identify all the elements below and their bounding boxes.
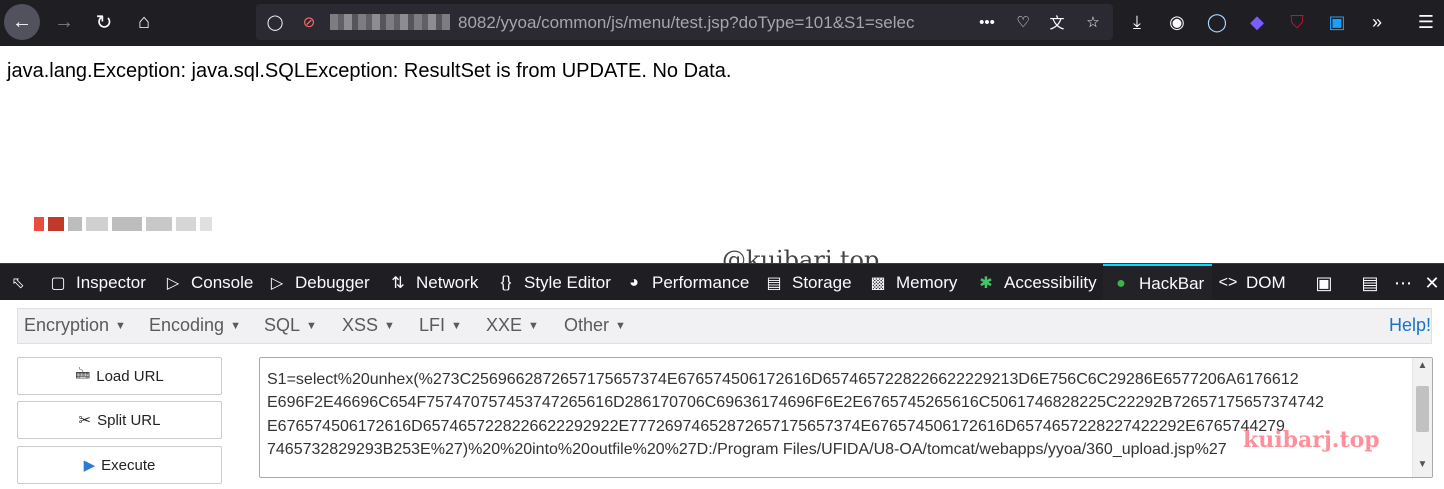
url-payload-textarea[interactable]: S1=select%20unhex(%273C25696628726571756… xyxy=(259,357,1433,478)
menu-encoding[interactable]: Encoding ▼ xyxy=(149,315,241,336)
tab-debugger[interactable]: ▷ Debugger xyxy=(267,264,370,301)
reload-icon[interactable]: ↻ xyxy=(86,4,122,40)
menu-sql[interactable]: SQL ▼ xyxy=(264,315,317,336)
tab-storage[interactable]: ▤ Storage xyxy=(764,264,852,301)
split-url-button[interactable]: ✂ Split URL xyxy=(17,401,222,439)
play-icon: ▶ xyxy=(83,457,96,474)
error-message: java.lang.Exception: java.sql.SQLExcepti… xyxy=(7,60,732,82)
extension-circle-icon[interactable]: ◯ xyxy=(1201,6,1233,38)
url-text[interactable]: 8082/yyoa/common/js/menu/test.jsp?doType… xyxy=(458,13,968,33)
menu-icon[interactable]: ☰ xyxy=(1410,6,1442,38)
tab-label: Console xyxy=(191,272,254,292)
menu-xss[interactable]: XSS ▼ xyxy=(342,315,395,336)
tab-label: Storage xyxy=(792,272,852,292)
forward-arrow-icon[interactable]: → xyxy=(46,4,82,40)
responsive-design-icon[interactable]: ▣ xyxy=(1310,269,1338,297)
caret-down-icon: ▼ xyxy=(384,320,395,333)
menu-lfi[interactable]: LFI ▼ xyxy=(419,315,462,336)
hackbar-panel: Encryption ▼ Encoding ▼ SQL ▼ XSS ▼ LFI ▼ XXE… xyxy=(0,300,1444,489)
caret-down-icon: ▼ xyxy=(230,320,241,333)
tab-label: DOM xyxy=(1246,272,1286,292)
account-icon[interactable]: ◉ xyxy=(1161,6,1193,38)
menu-xxe[interactable]: XXE ▼ xyxy=(486,315,539,336)
tab-inspector[interactable]: ▢ Inspector xyxy=(48,264,146,301)
tab-style-editor[interactable]: {} Style Editor xyxy=(496,264,611,301)
console-icon: ▷ xyxy=(166,274,180,292)
tab-label: Accessibility xyxy=(1004,272,1097,292)
payload-line: E676574506172616D6574657228226622292922E… xyxy=(267,417,1285,435)
extension-diamond-icon[interactable]: ◆ xyxy=(1241,6,1273,38)
caret-down-icon: ▼ xyxy=(528,320,539,333)
tab-label: Memory xyxy=(896,272,958,292)
scroll-down-icon[interactable]: ▼ xyxy=(1413,459,1432,475)
dom-icon: <> xyxy=(1218,273,1238,291)
tab-label: Network xyxy=(416,272,479,292)
menu-other[interactable]: Other ▼ xyxy=(564,315,626,336)
inspector-icon: ▢ xyxy=(50,274,66,292)
watermark-overlay: kuibarj.top xyxy=(1243,427,1380,453)
textarea-scrollbar[interactable]: ▲ ▼ xyxy=(1412,358,1432,477)
style-editor-icon: {} xyxy=(500,273,512,291)
caret-down-icon: ▼ xyxy=(115,320,126,333)
ublock-icon[interactable]: ⛉ xyxy=(1281,6,1313,38)
caret-down-icon: ▼ xyxy=(306,320,317,333)
downloads-icon[interactable]: ⤓ xyxy=(1121,6,1153,38)
hackbar-menu: Encryption ▼ Encoding ▼ SQL ▼ XSS ▼ LFI ▼ XXE… xyxy=(17,308,1432,344)
close-devtools-icon[interactable]: ✕ xyxy=(1418,269,1444,297)
payload-text: S1=select%20unhex(%273C25696628726571756… xyxy=(267,358,1407,462)
scissors-icon: ✂ xyxy=(78,412,92,429)
performance-icon: ◕ xyxy=(629,273,639,291)
payload-line: S1=select%20unhex(%273C25696628726571756… xyxy=(267,370,1299,388)
tab-label: Debugger xyxy=(295,272,370,292)
redacted-host xyxy=(330,14,450,30)
load-url-icon: 🖮 xyxy=(75,365,91,383)
memory-icon: ▩ xyxy=(870,274,886,292)
page-actions-icon[interactable]: ••• xyxy=(974,4,1000,40)
tab-label: Performance xyxy=(652,272,750,292)
tab-label: Inspector xyxy=(76,272,146,292)
storage-icon: ▤ xyxy=(766,274,782,292)
address-bar[interactable]: ◯ ⊘ 8082/yyoa/common/js/menu/test.jsp?do… xyxy=(256,4,1113,40)
back-arrow-icon[interactable]: ← xyxy=(4,4,40,40)
scroll-thumb[interactable] xyxy=(1416,386,1429,432)
tab-network[interactable]: ⇅ Network xyxy=(388,264,478,301)
accessibility-icon: ✱ xyxy=(979,274,993,292)
browser-toolbar: ← → ↻ ⌂ ◯ ⊘ 8082/yyoa/common/js/menu/tes… xyxy=(0,0,1444,46)
overflow-chevrons-icon[interactable]: » xyxy=(1361,6,1393,38)
tab-label: Style Editor xyxy=(524,272,611,292)
tab-hackbar[interactable]: ● HackBar xyxy=(1103,264,1213,301)
tab-memory[interactable]: ▩ Memory xyxy=(868,264,957,301)
tab-dom[interactable]: <> DOM xyxy=(1218,264,1286,301)
help-link[interactable]: Help! xyxy=(1389,315,1431,336)
scroll-up-icon[interactable]: ▲ xyxy=(1413,360,1432,376)
home-icon[interactable]: ⌂ xyxy=(126,4,162,40)
extension-s-icon[interactable]: ▣ xyxy=(1321,6,1353,38)
bookmark-star-icon[interactable]: ☆ xyxy=(1080,4,1106,40)
pocket-icon[interactable]: ♡ xyxy=(1010,4,1036,40)
caret-down-icon: ▼ xyxy=(451,320,462,333)
network-icon: ⇅ xyxy=(391,274,405,292)
debugger-icon: ▷ xyxy=(270,274,284,292)
payload-line: 7465732829293B253E%27)%20%20into%20outfi… xyxy=(267,441,1227,458)
insecure-lock-icon[interactable]: ⊘ xyxy=(296,4,322,40)
more-options-icon[interactable]: ⋯ xyxy=(1389,269,1417,297)
tab-label: HackBar xyxy=(1139,273,1205,293)
hackbar-icon: ● xyxy=(1116,274,1126,292)
element-picker-icon[interactable]: ⬁ xyxy=(6,271,30,295)
caret-down-icon: ▼ xyxy=(615,320,626,333)
menu-encryption[interactable]: Encryption ▼ xyxy=(24,315,126,336)
execute-button[interactable]: ▶ Execute xyxy=(17,446,222,484)
tab-accessibility[interactable]: ✱ Accessibility xyxy=(976,264,1097,301)
tab-console[interactable]: ▷ Console xyxy=(163,264,254,301)
load-url-button[interactable]: 🖮 Load URL xyxy=(17,357,222,395)
dock-icon[interactable]: ▤ xyxy=(1356,269,1384,297)
redacted-content xyxy=(34,210,219,238)
translate-icon[interactable]: 文 xyxy=(1044,4,1070,40)
shield-icon[interactable]: ◯ xyxy=(262,4,288,40)
tab-performance[interactable]: ◕ Performance xyxy=(624,264,749,301)
payload-line: E696F2E46696C654F757470757453747265616D2… xyxy=(267,394,1324,411)
devtools-toolbar: ⬁ ▢ Inspector ▷ Console ▷ Debugger ⇅ Net… xyxy=(0,263,1444,301)
